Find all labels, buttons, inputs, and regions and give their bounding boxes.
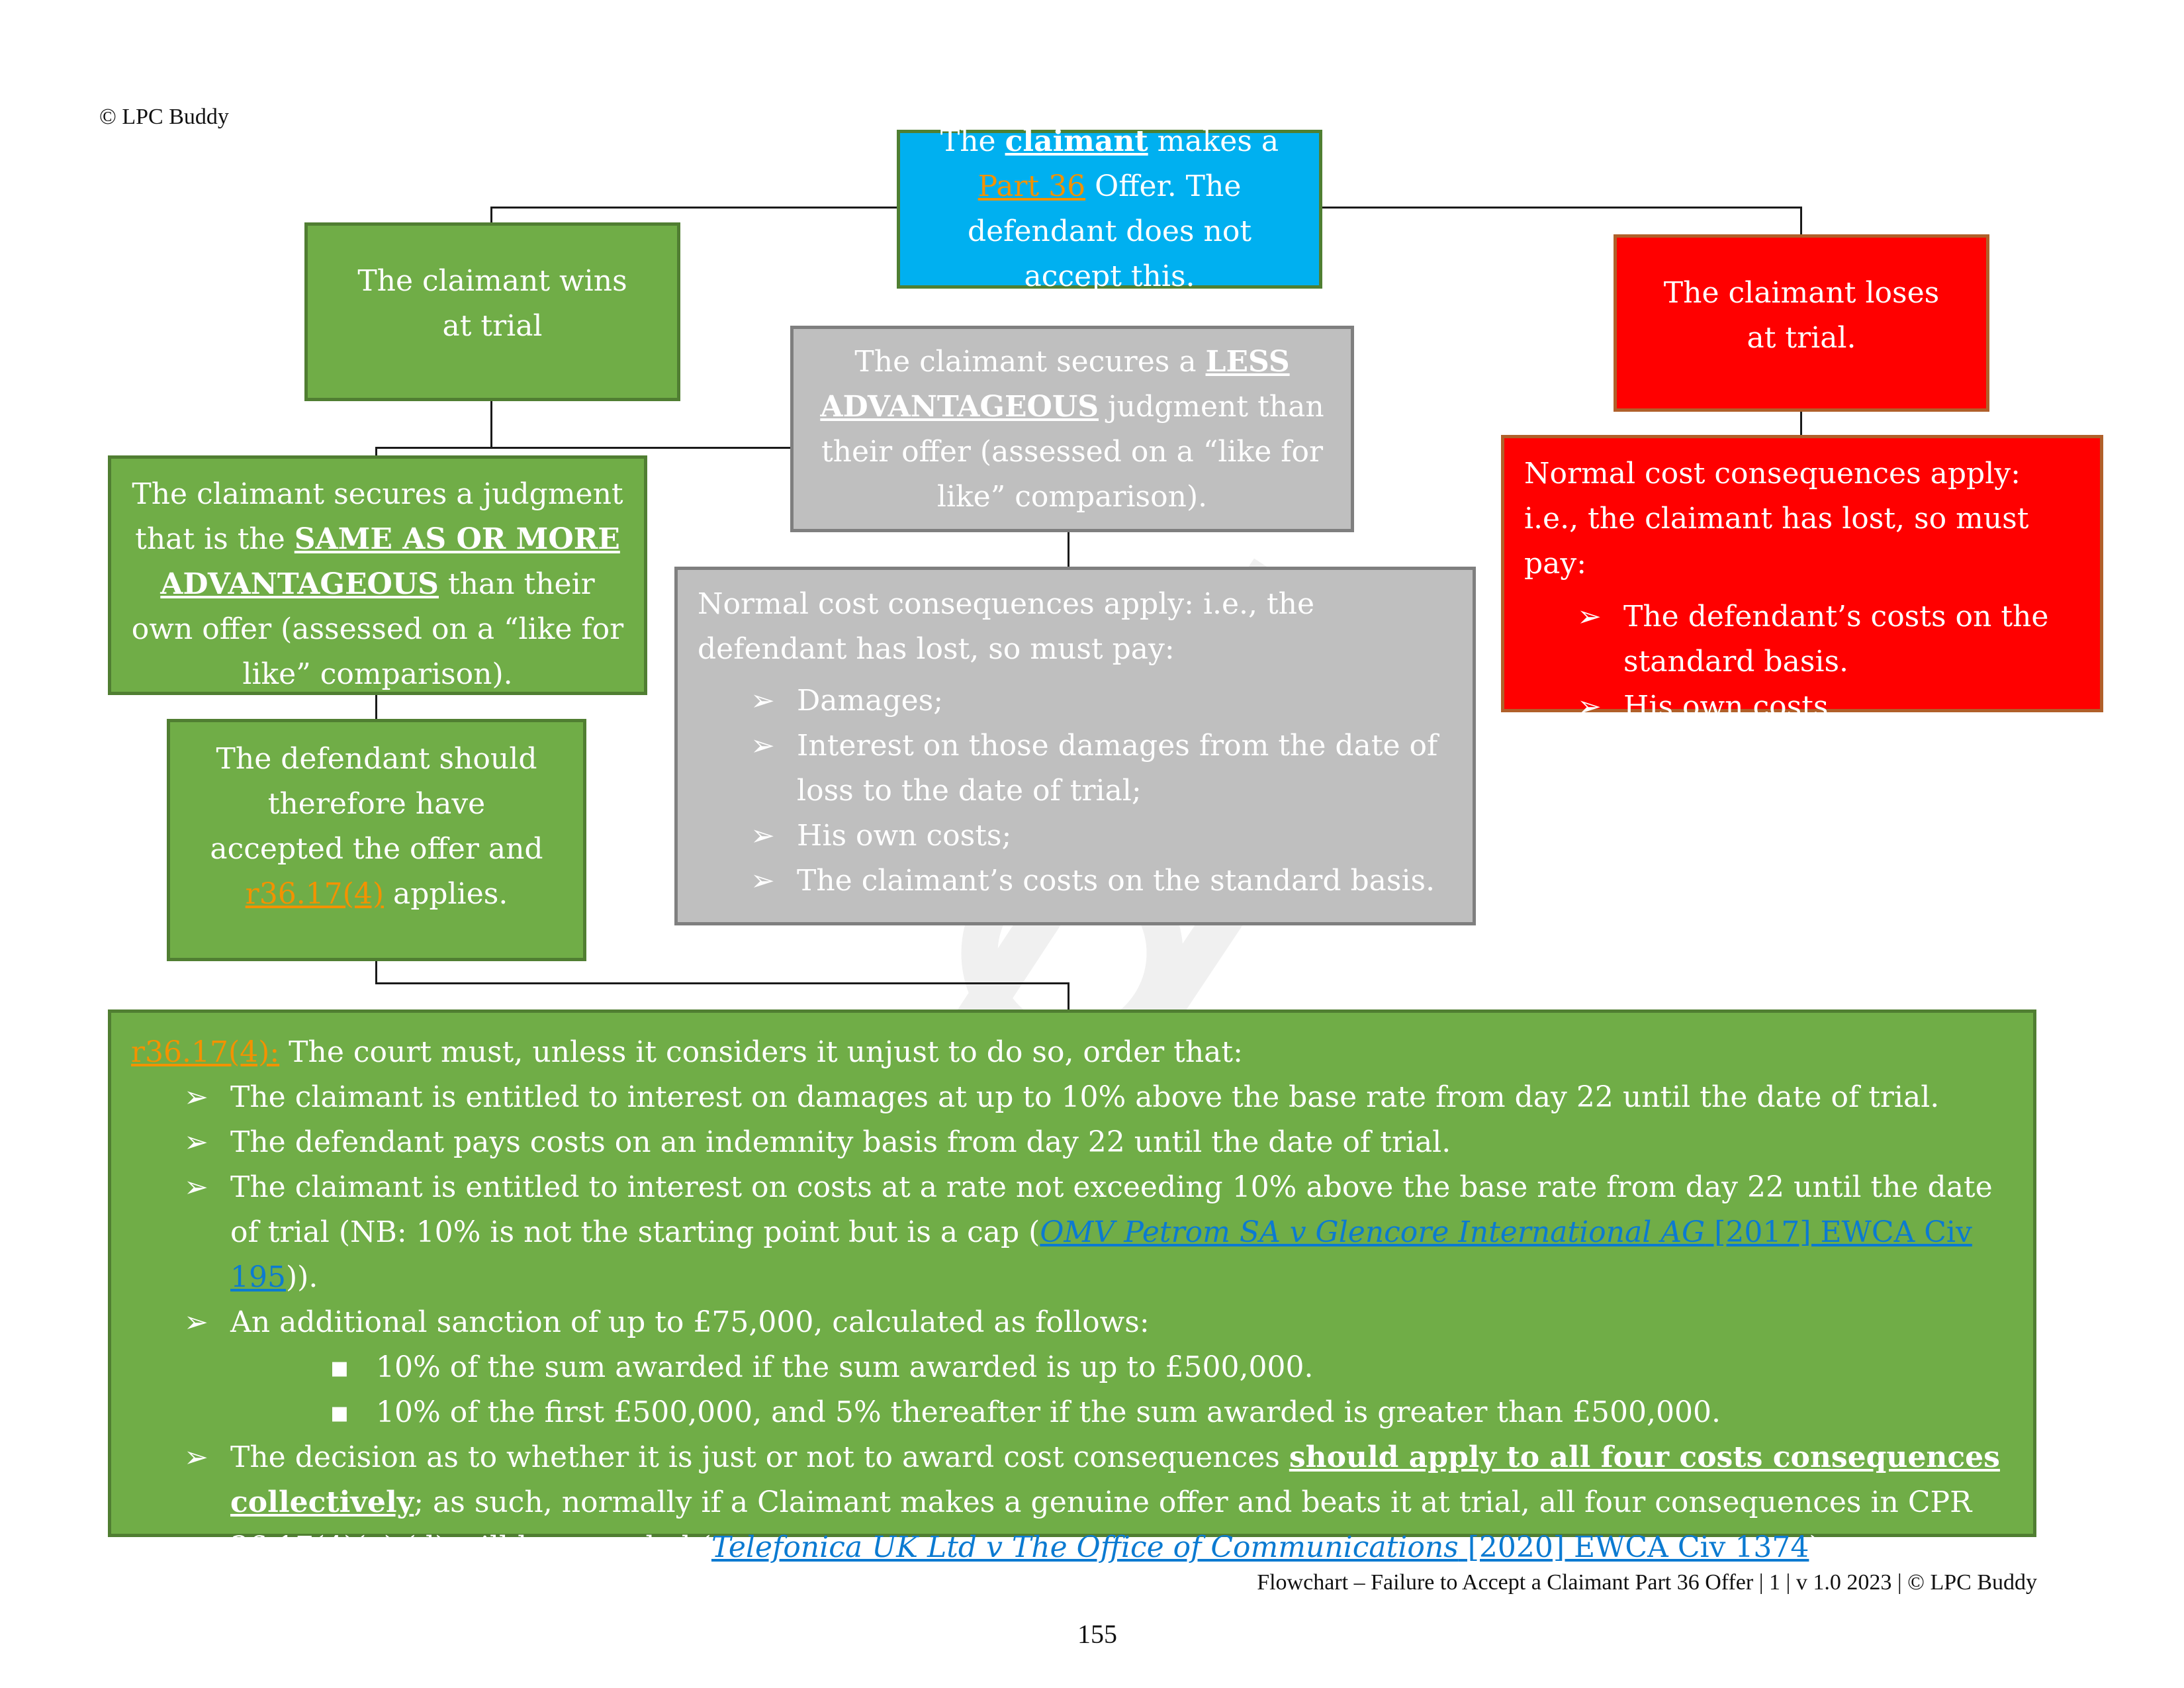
arrow-bullet-icon: ➢ [184,1170,208,1204]
claimant-pays-intro: Normal cost consequences apply: i.e., th… [1524,457,2029,581]
connector-wins-horizontal [375,447,791,449]
r36-17-4-rule-link[interactable]: r36.17(4): [131,1035,279,1069]
connector-top-right-drop [1800,207,1802,236]
connector-bottom-drop [1068,982,1069,1010]
square-bullet-icon: ▪ [330,1350,349,1384]
arrow-bullet-icon: ➢ [184,1305,208,1339]
node-r36-17-4-consequences: r36.17(4): The court must, unless it con… [108,1009,2036,1564]
offer-text-bold: claimant [1005,124,1148,158]
list-item: ➢ The defendant’s costs on the standard b… [1577,594,2080,684]
node-defendant-should-accept: The defendant should therefore have acce… [167,719,586,961]
node-claimant-offer: The claimant makes a Part 36 Offer. The … [897,124,1322,293]
part-36-link[interactable]: Part 36 [978,169,1086,203]
less-text-pre: The claimant secures a [854,345,1206,379]
cpr-36-17-link[interactable]: 36.17(4)(a)-(d) [230,1530,446,1564]
node-defendant-pays: Normal cost consequences apply: i.e., th… [674,567,1476,925]
list-item: ➢ Interest on those damages from the date… [751,724,1453,814]
loses-text: The claimant loses at trial. [1663,276,1940,355]
omv-petrom-case-link[interactable]: OMV Petrom SA v Glencore International A… [1040,1215,1705,1249]
list-item: ➢ The claimant is entitled to interest on… [184,1165,2013,1300]
list-item: ➢ Damages; [751,679,1453,724]
connector-wins-down [490,401,492,449]
footer-text: Flowchart – Failure to Accept a Claimant… [1257,1570,2037,1595]
node-claimant-pays: Normal cost consequences apply: i.e., th… [1501,435,2103,724]
arrow-bullet-icon: ➢ [184,1440,208,1474]
list-item: ➢ His own costs; [751,814,1453,859]
square-bullet-icon: ▪ [330,1395,349,1429]
connector-loses-down [1800,412,1802,436]
telefonica-case-link[interactable]: Telefonica UK Ltd v The Office of Commun… [711,1530,1459,1564]
node-claimant-wins: The claimant wins at trial [304,222,680,401]
list-item: ➢ The claimant is entitled to interest on… [184,1075,2013,1120]
connector-same-to-accept [375,695,377,720]
list-item: ➢ An additional sanction of up to £75,000… [184,1300,2013,1435]
defendant-pays-intro: Normal cost consequences apply: i.e., th… [698,587,1315,666]
arrow-bullet-icon: ➢ [1577,690,1602,724]
node-less-advantageous: The claimant secures a LESS ADVANTAGEOUS… [790,326,1354,532]
r36-17-4-link[interactable]: r36.17(4) [246,877,384,911]
arrow-bullet-icon: ➢ [751,819,775,853]
page-number: 155 [1077,1619,1117,1649]
list-item: ➢ The defendant pays costs on an indemnit… [184,1120,2013,1165]
list-item: ➢ The decision as to whether it is just o… [184,1435,2013,1570]
arrow-bullet-icon: ➢ [1577,600,1602,633]
offer-text-pre: The [940,124,1005,158]
arrow-bullet-icon: ➢ [184,1125,208,1159]
arrow-bullet-icon: ➢ [751,864,775,898]
sub-list-item: ▪ 10% of the sum awarded if the sum award… [330,1345,2013,1390]
accept-text-post: applies. [384,877,508,911]
list-item: ➢ His own costs. [1577,684,2080,729]
node-claimant-loses: The claimant loses at trial. [1614,234,1989,412]
list-item: ➢ The claimant’s costs on the standard ba… [751,859,1453,904]
node-same-or-more-advantageous: The claimant secures a judgment that is … [108,455,647,695]
wins-text: The claimant wins at trial [357,264,627,343]
connector-top-left-drop [490,207,492,224]
arrow-bullet-icon: ➢ [184,1080,208,1114]
connector-same-drop [375,447,377,456]
sub-list-item: ▪ 10% of the first £500,000, and 5% there… [330,1390,2013,1435]
connector-less-down [1068,532,1069,568]
accept-text-pre: The defendant should therefore have acce… [210,742,543,866]
arrow-bullet-icon: ➢ [751,729,775,763]
r3617-intro: r36.17(4): The court must, unless it con… [131,1035,1243,1069]
telefonica-citation-link[interactable]: [2020] EWCA Civ 1374 [1459,1530,1809,1564]
connector-bottom-horizontal [375,982,1069,984]
header-copyright: © LPC Buddy [99,105,229,129]
offer-text-mid: makes a [1148,124,1279,158]
connector-accept-down [375,961,377,984]
arrow-bullet-icon: ➢ [751,684,775,718]
